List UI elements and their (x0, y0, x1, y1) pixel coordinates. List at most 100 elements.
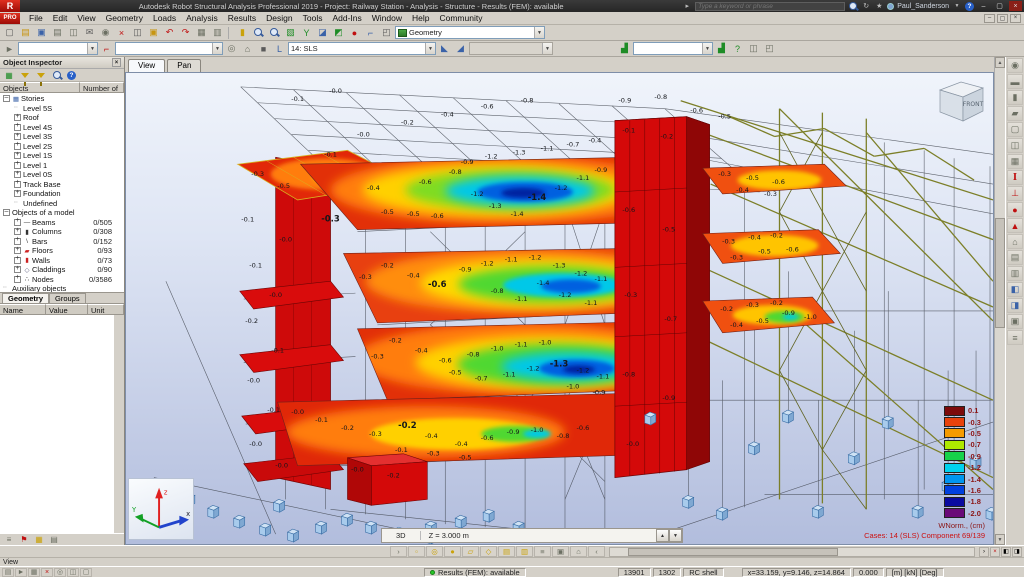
menu-view[interactable]: View (72, 12, 100, 25)
tree-item-level-2s[interactable]: Level 2S (0, 142, 124, 152)
print-icon[interactable]: ▤ (50, 26, 65, 40)
menu-community[interactable]: Community (434, 12, 487, 25)
zoom-icon[interactable] (251, 26, 266, 40)
tree-item-level-0s[interactable]: Level 0S (0, 170, 124, 180)
filter-edit-icon[interactable] (35, 70, 47, 81)
menu-design[interactable]: Design (261, 12, 297, 25)
tree-item-foundation[interactable]: Foundation (0, 189, 124, 199)
zoom-window-icon[interactable] (267, 26, 282, 40)
view-right-tool-icon[interactable]: ◨ (1007, 298, 1023, 313)
z-down-icon[interactable]: ▼ (669, 529, 682, 542)
sync-icon[interactable]: ↻ (861, 2, 871, 11)
print-preview-icon[interactable]: ◫ (66, 26, 81, 40)
tree-expander-icon[interactable] (14, 247, 21, 254)
tree-item-walls[interactable]: ▮Walls0/73 (0, 256, 124, 266)
tree-item-roof[interactable]: Roof (0, 113, 124, 123)
user-menu[interactable]: Paul_Sanderson (897, 3, 949, 10)
tree-item-track-base[interactable]: Track Base (0, 180, 124, 190)
robot-pro-badge[interactable]: PRO (0, 13, 20, 24)
tree-expander-icon[interactable] (14, 228, 21, 235)
snap-settings-icon[interactable]: ⌂ (570, 546, 587, 557)
tree-expander-icon[interactable] (14, 219, 21, 226)
redo-icon[interactable]: ↷ (178, 26, 193, 40)
calc-gear-icon[interactable]: ● (347, 26, 362, 40)
tree-expander-icon[interactable] (14, 143, 21, 150)
snap-mid-icon[interactable]: ▤ (498, 546, 515, 557)
menu-help[interactable]: Help (407, 12, 434, 25)
bar-question-icon[interactable]: ⌐ (99, 42, 114, 56)
undo-icon[interactable]: ↶ (162, 26, 177, 40)
result-help-icon[interactable]: ? (730, 42, 745, 56)
new-project-icon[interactable]: ▢ (2, 26, 17, 40)
user-caret-icon[interactable]: ▼ (952, 2, 962, 11)
scene-container[interactable]: -0.3-0.4-0.5-0.5-0.6-0.6-0.8-1.2-1.3-1.4… (125, 72, 994, 545)
tree-item-stories[interactable]: ▦Stories (0, 94, 124, 104)
table-tool-icon[interactable]: ▥ (1007, 266, 1023, 281)
menu-file[interactable]: File (24, 12, 48, 25)
calculator-icon[interactable]: ▦ (194, 26, 209, 40)
results-status[interactable]: Results (FEM): available (424, 568, 526, 577)
app-logo[interactable]: R (0, 0, 20, 12)
star-icon[interactable]: ★ (874, 2, 884, 11)
bar-selection-combo[interactable]: ▼ (115, 42, 223, 55)
menu-results[interactable]: Results (223, 12, 261, 25)
grid-mode-icon[interactable]: ▦ (28, 568, 40, 577)
vertical-scrollbar[interactable]: ▲ ▼ (994, 57, 1005, 545)
tree-expander-icon[interactable] (14, 276, 21, 283)
load-case-selector[interactable]: 14: SLS ▼ (288, 42, 436, 55)
screen-layout-icon[interactable]: ◰ (379, 26, 394, 40)
z-level-label[interactable]: Z = 3.000 m (421, 531, 656, 540)
load-tool-icon[interactable]: ▲ (1007, 218, 1023, 233)
edit-chart-icon[interactable]: ◩ (331, 26, 346, 40)
tab-groups[interactable]: Groups (49, 293, 86, 303)
preferences-wrench-icon[interactable]: ⌐ (363, 26, 378, 40)
display-options-icon[interactable]: ▧ (283, 26, 298, 40)
search-flyout-icon[interactable]: ▸ (682, 2, 692, 11)
notes-icon[interactable]: ▤ (2, 568, 14, 577)
tree-item-undefined[interactable]: Undefined (0, 199, 124, 209)
snap-prev-icon[interactable]: › (390, 546, 407, 557)
keyword-search-input[interactable] (695, 2, 845, 11)
maximize-button[interactable]: ▢ (993, 1, 1006, 11)
tree-expander-icon[interactable] (14, 152, 21, 159)
tab-geometry[interactable]: Geometry (2, 293, 49, 303)
result-apply-icon[interactable]: ▟ (714, 42, 729, 56)
tree-expander-icon[interactable] (14, 190, 21, 197)
hscroll-thumb[interactable] (628, 548, 838, 556)
material-tool-icon[interactable]: ● (1007, 202, 1023, 217)
export-icon[interactable]: ▤ (48, 534, 60, 545)
display-tool-icon[interactable]: ▣ (1007, 314, 1023, 329)
column-tool-icon[interactable]: ▮ (1007, 90, 1023, 105)
tables-icon[interactable]: ▥ (210, 26, 225, 40)
window-split-icon[interactable]: ◫ (746, 42, 761, 56)
tree-item-level-4s[interactable]: Level 4S (0, 123, 124, 133)
view-left-tool-icon[interactable]: ◧ (1007, 282, 1023, 297)
search-icon[interactable] (51, 70, 63, 81)
tree-item-bars[interactable]: \Bars0/152 (0, 237, 124, 247)
menu-window[interactable]: Window (367, 12, 407, 25)
window-mode-icon[interactable]: ▢ (80, 568, 92, 577)
tree-expander-icon[interactable] (14, 133, 21, 140)
tab-view[interactable]: View (128, 59, 165, 72)
pane-next-icon[interactable]: › (979, 547, 989, 557)
tree-expander-icon[interactable] (14, 257, 21, 264)
tree-view-icon[interactable]: ▦ (3, 70, 15, 81)
doc-close-button[interactable]: × (1010, 14, 1021, 23)
block-icon[interactable]: ■ (256, 42, 271, 56)
tree-item-level-5s[interactable]: Level 5S (0, 104, 124, 114)
tree-item-level-1[interactable]: Level 1 (0, 161, 124, 171)
open-project-icon[interactable]: ▤ (18, 26, 33, 40)
menu-geometry[interactable]: Geometry (101, 12, 148, 25)
menu-add-ins[interactable]: Add-Ins (327, 12, 366, 25)
filter-table-icon[interactable]: ▦ (33, 534, 45, 545)
support-tool-icon[interactable]: ⊥ (1007, 186, 1023, 201)
doc-restore-button[interactable]: ▢ (997, 14, 1008, 23)
help-icon[interactable]: ? (965, 2, 974, 11)
z-up-icon[interactable]: ▲ (656, 529, 669, 542)
tree-expander-icon[interactable] (14, 181, 21, 188)
window-cascade-icon[interactable]: ◰ (762, 42, 777, 56)
select-branch-icon[interactable]: Y (299, 26, 314, 40)
lock-icon[interactable]: ▮ (235, 26, 250, 40)
tree-expander-icon[interactable] (14, 238, 21, 245)
snap-grid-icon[interactable]: ▫ (408, 546, 425, 557)
